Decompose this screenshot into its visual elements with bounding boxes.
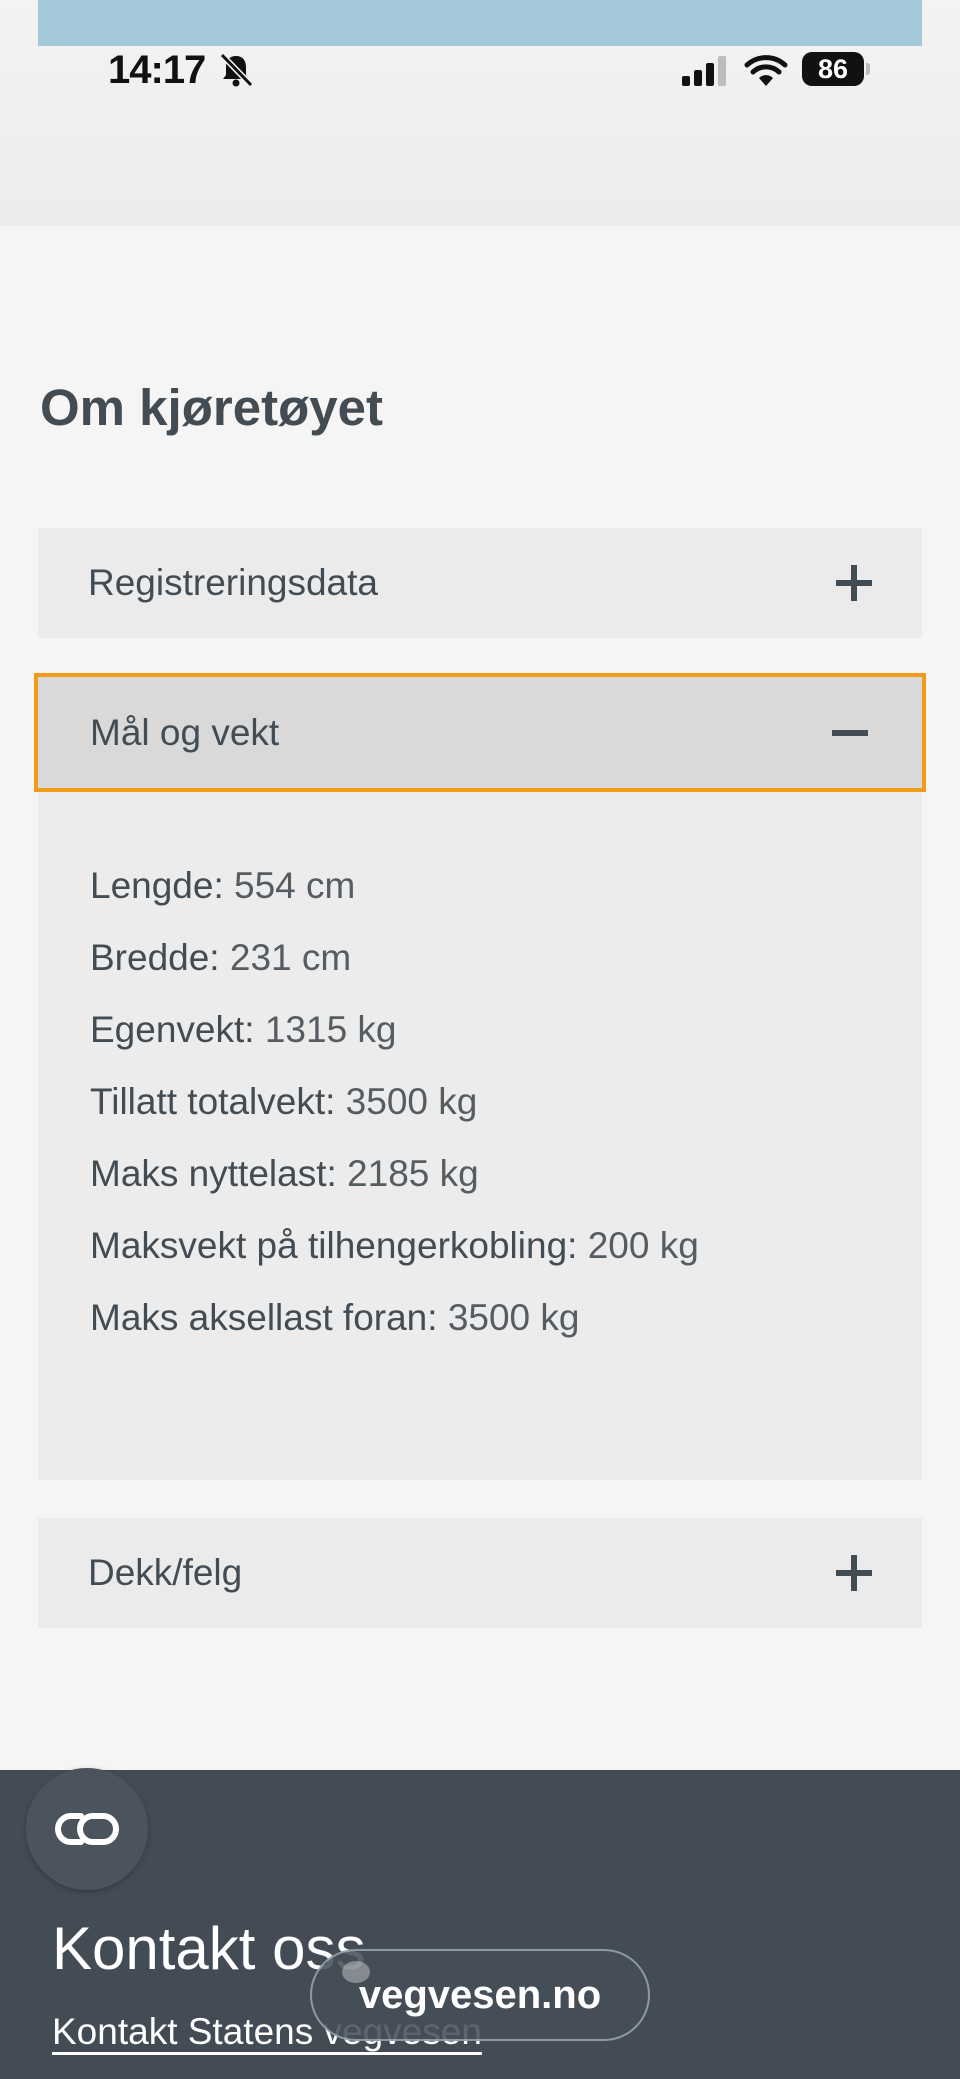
minus-icon — [832, 715, 868, 751]
accordion-mal-og-vekt[interactable]: Mål og vekt — [34, 673, 926, 792]
plus-icon — [836, 565, 872, 601]
spec-row: Egenvekt: 1315 kg — [90, 994, 922, 1066]
spec-label: Bredde: — [90, 937, 220, 978]
spec-row: Lengde: 554 cm — [90, 850, 922, 922]
spec-row: Maks nyttelast: 2185 kg — [90, 1138, 922, 1210]
browser-url: vegvesen.no — [358, 1972, 602, 2017]
status-bar: 14:17 86 — [0, 46, 960, 94]
spec-value: 1315 kg — [264, 1009, 397, 1050]
spec-value: 554 cm — [234, 865, 356, 906]
browser-url-pill[interactable]: vegvesen.no — [310, 1949, 650, 2041]
cellular-signal-icon — [682, 56, 726, 86]
header-image-strip — [38, 0, 922, 46]
spec-value: 3500 kg — [345, 1081, 478, 1122]
wifi-icon — [744, 55, 788, 86]
spec-row: Tillatt totalvekt: 3500 kg — [90, 1066, 922, 1138]
spec-row: Maksvekt på tilhengerkobling: 200 kg — [90, 1210, 922, 1282]
spec-label: Maks aksellast foran: — [90, 1297, 438, 1338]
bell-slash-icon — [219, 52, 254, 88]
pill-highlight — [342, 1961, 370, 1983]
link-icon — [55, 1813, 119, 1845]
battery-indicator: 86 — [802, 52, 870, 86]
spec-value: 2185 kg — [347, 1153, 479, 1194]
spec-label: Tillatt totalvekt: — [90, 1081, 336, 1122]
status-time: 14:17 — [108, 48, 206, 92]
accordion-label: Registreringsdata — [88, 562, 378, 603]
plus-icon — [836, 1555, 872, 1591]
accordion-registreringsdata[interactable]: Registreringsdata — [38, 528, 922, 638]
spec-value: 3500 kg — [447, 1297, 580, 1338]
accordion-label: Mål og vekt — [90, 711, 280, 753]
share-link-button[interactable] — [26, 1768, 148, 1890]
spec-value: 231 cm — [229, 937, 352, 978]
spec-value: 200 kg — [587, 1225, 699, 1266]
spec-label: Lengde: — [90, 865, 224, 906]
spec-label: Maksvekt på tilhengerkobling: — [90, 1225, 578, 1266]
accordion-panel-mal-og-vekt: Lengde: 554 cm Bredde: 231 cm Egenvekt: … — [38, 792, 922, 1480]
section-title: Om kjøretøyet — [40, 379, 383, 436]
spec-label: Egenvekt: — [90, 1009, 255, 1050]
spec-row: Bredde: 231 cm — [90, 922, 922, 994]
spec-row: Maks aksellast foran: 3500 kg — [90, 1282, 922, 1354]
accordion-label: Dekk/felg — [88, 1552, 243, 1593]
spec-label: Maks nyttelast: — [90, 1153, 337, 1194]
accordion-dekk-felg[interactable]: Dekk/felg — [38, 1518, 922, 1628]
